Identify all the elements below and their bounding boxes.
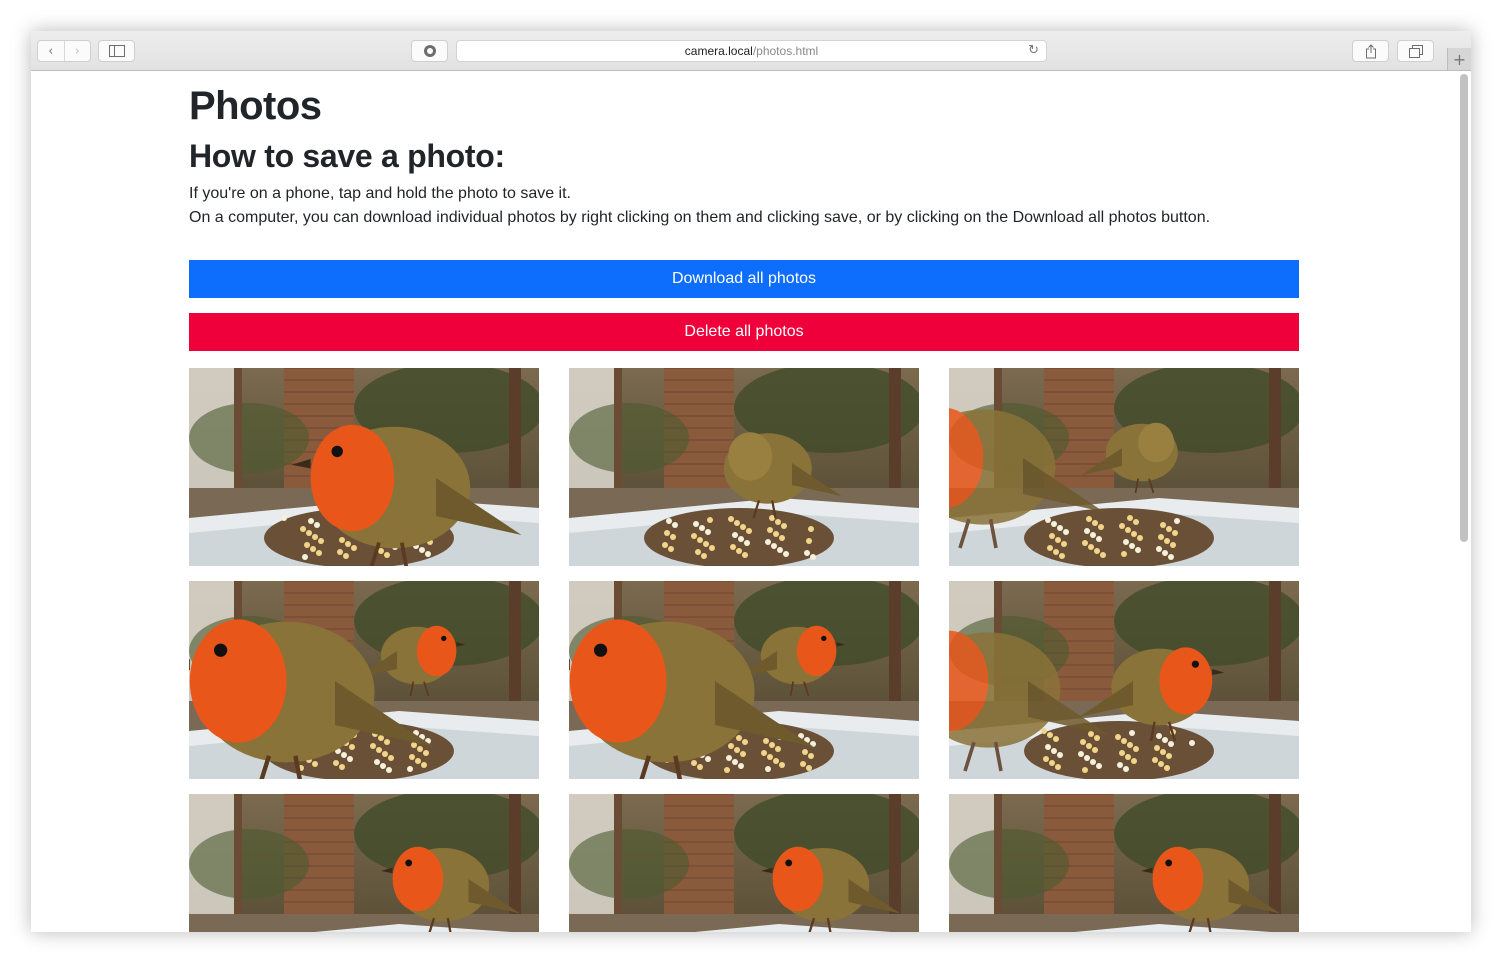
photo-7[interactable]: [189, 794, 539, 932]
instruction-phone: If you're on a phone, tap and hold the p…: [189, 185, 571, 202]
sidebar-icon: [108, 45, 125, 57]
instruction-computer: On a computer, you can download individu…: [189, 209, 1211, 226]
photo-8[interactable]: [569, 794, 919, 932]
address-bar[interactable]: camera.local/photos.html ↻: [456, 40, 1047, 62]
share-icon: [1365, 43, 1376, 58]
privacy-report-button[interactable]: [411, 40, 448, 62]
tab-overview-icon: [1408, 44, 1423, 58]
url-host: camera.local: [684, 44, 753, 58]
photo-6[interactable]: [949, 581, 1299, 779]
url-path: /photos.html: [752, 44, 819, 58]
photo-3[interactable]: [949, 368, 1299, 566]
share-button[interactable]: [1352, 40, 1389, 62]
browser-toolbar: ‹ › camera.local/photos.html ↻ +: [31, 31, 1471, 71]
browser-window: ‹ › camera.local/photos.html ↻ + Photos …: [31, 31, 1471, 932]
download-all-button[interactable]: Download all photos: [189, 260, 1299, 298]
sidebar-button[interactable]: [98, 40, 135, 62]
reload-icon[interactable]: ↻: [1028, 43, 1039, 58]
photo-5[interactable]: [569, 581, 919, 779]
new-tab-button[interactable]: +: [1447, 48, 1471, 70]
navigation-buttons: ‹ ›: [37, 40, 91, 62]
photo-1[interactable]: [189, 368, 539, 566]
chevron-left-icon: ‹: [48, 43, 54, 59]
plus-icon: +: [1452, 49, 1467, 69]
delete-all-button[interactable]: Delete all photos: [189, 313, 1299, 351]
photo-4[interactable]: [189, 581, 539, 779]
privacy-report-icon: [423, 45, 436, 57]
vertical-scrollbar[interactable]: [1460, 74, 1468, 542]
chevron-right-icon: ›: [74, 43, 80, 59]
tab-overview-button[interactable]: [1397, 40, 1434, 62]
photo-2[interactable]: [569, 368, 919, 566]
page-subtitle: How to save a photo:: [189, 138, 505, 174]
page-viewport[interactable]: Photos How to save a photo: If you're on…: [31, 72, 1471, 932]
photo-9[interactable]: [949, 794, 1299, 932]
back-button[interactable]: ‹: [38, 41, 64, 61]
forward-button[interactable]: ›: [63, 41, 91, 61]
page-title: Photos: [189, 84, 322, 128]
